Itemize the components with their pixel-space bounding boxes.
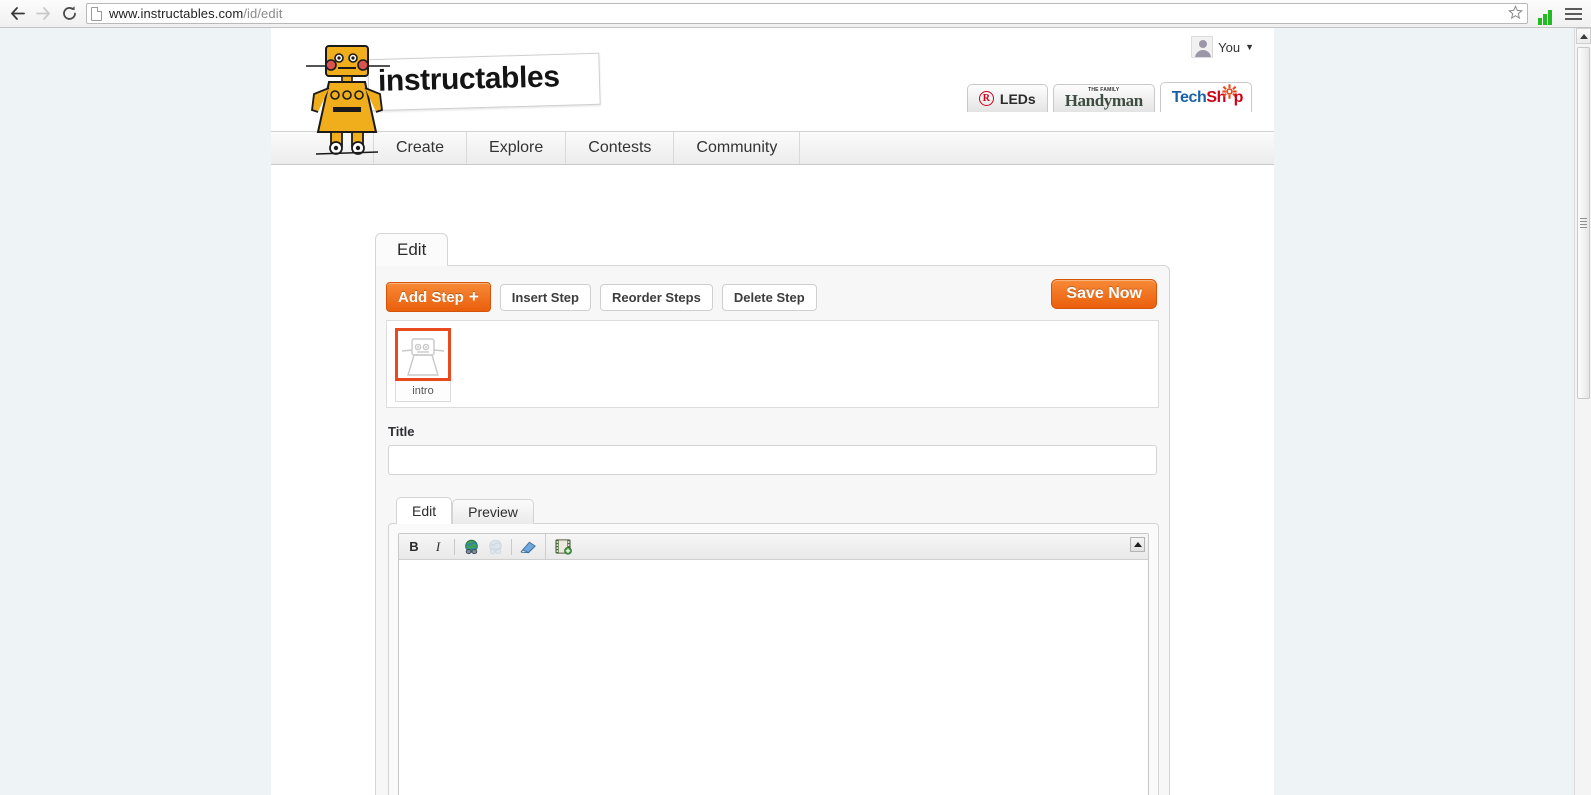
editor-tab-row: Edit: [375, 233, 449, 266]
remove-link-icon: [484, 537, 506, 557]
nav-filler: [800, 132, 1274, 164]
reorder-steps-label: Reorder Steps: [611, 289, 701, 305]
browser-scrollbar[interactable]: [1574, 28, 1591, 795]
account-name: You: [1218, 39, 1241, 55]
nav-item-community-label: Community: [696, 139, 778, 156]
reorder-steps-button[interactable]: Reorder Steps: [599, 283, 713, 311]
techshop-part1: Tech: [1171, 88, 1207, 106]
add-step-label: Add Step: [398, 288, 464, 306]
url-text: www.instructables.com/id/edit: [109, 6, 282, 21]
bold-glyph: B: [409, 539, 419, 554]
instructables-site: instructables You ▼ R LEDs THE FAMILY Ha…: [271, 28, 1274, 795]
scrollbar-grip-icon: [1580, 218, 1587, 228]
handyman-logo: THE FAMILY Handyman: [1064, 88, 1143, 110]
nav-item-community[interactable]: Community: [674, 132, 801, 164]
eraser-icon[interactable]: [517, 537, 539, 557]
tab-edit-label: Edit: [397, 240, 427, 259]
sponsor-tab-leds-label: LEDs: [999, 90, 1036, 107]
tab-description-preview-label: Preview: [468, 504, 518, 520]
rich-text-toolbar: B I: [399, 533, 1148, 560]
description-tab-row: Edit Preview: [386, 497, 1159, 524]
sponsor-tab-leds[interactable]: R LEDs: [966, 84, 1048, 112]
account-menu[interactable]: You ▼: [1191, 36, 1254, 58]
italic-glyph: I: [435, 538, 441, 554]
sponsor-tab-techshop[interactable]: TechSh p: [1159, 82, 1252, 112]
add-step-button[interactable]: Add Step +: [386, 282, 491, 312]
radioshack-r-icon: R: [978, 91, 994, 106]
tab-description-edit[interactable]: Edit: [396, 497, 453, 524]
insert-media-icon[interactable]: [552, 537, 574, 557]
italic-button[interactable]: I: [427, 537, 449, 557]
page-document-icon: [91, 6, 102, 21]
step-name-label: intro: [395, 381, 451, 402]
tab-edit[interactable]: Edit: [375, 233, 449, 266]
site-header: instructables You ▼ R LEDs THE FAMILY Ha…: [271, 28, 1274, 155]
steps-strip: intro: [386, 320, 1159, 408]
sponsor-tabs: R LEDs THE FAMILY Handyman TechSh p: [966, 82, 1252, 112]
step-toolbar: Add Step + Insert Step Reorder Steps Del…: [386, 274, 1159, 320]
insert-link-icon[interactable]: [460, 537, 482, 557]
step-thumbnail[interactable]: [395, 328, 451, 381]
scrollbar-up-arrow[interactable]: [1576, 28, 1591, 44]
delete-step-label: Delete Step: [733, 289, 805, 305]
techshop-logo: TechSh p: [1171, 83, 1244, 107]
editor-scroll-up-button[interactable]: [1130, 537, 1145, 552]
url-host: www.instructables.com: [109, 6, 244, 21]
bookmark-star-icon[interactable]: [1508, 4, 1523, 23]
insert-step-button[interactable]: Insert Step: [499, 283, 591, 311]
avatar: [1191, 36, 1214, 58]
title-block: Title: [386, 408, 1159, 475]
sponsor-tab-handyman[interactable]: THE FAMILY Handyman: [1052, 84, 1155, 112]
plus-icon: +: [468, 287, 479, 306]
url-path: /id/edit: [243, 6, 283, 21]
hamburger-menu-icon[interactable]: [1560, 3, 1586, 25]
robot-placeholder-icon: [401, 337, 445, 376]
bold-button[interactable]: B: [403, 537, 425, 557]
editor-area: Edit Add Step + Insert Step Reorder Step…: [271, 165, 1274, 795]
handyman-big-text: Handyman: [1064, 91, 1143, 110]
rich-text-editor: B I: [398, 533, 1149, 795]
toolbar-divider: [454, 538, 455, 555]
save-now-button[interactable]: Save Now: [1051, 279, 1157, 309]
description-text-area[interactable]: [399, 560, 1148, 795]
insert-step-label: Insert Step: [511, 289, 579, 305]
page-viewport: instructables You ▼ R LEDs THE FAMILY Ha…: [0, 28, 1574, 795]
step-card-intro[interactable]: intro: [395, 328, 451, 402]
title-input[interactable]: [388, 445, 1157, 475]
bar-chart-extension-icon[interactable]: [1534, 3, 1556, 25]
tab-description-preview[interactable]: Preview: [452, 499, 534, 524]
save-now-label: Save Now: [1066, 285, 1142, 302]
title-label: Title: [388, 424, 415, 439]
rich-text-editor-container: B I: [388, 523, 1159, 795]
delete-step-button[interactable]: Delete Step: [721, 283, 817, 311]
toolbar-divider-2: [511, 538, 512, 555]
techshop-part3: p: [1233, 88, 1244, 106]
robot-mascot-icon: [306, 45, 390, 155]
browser-toolbar: www.instructables.com/id/edit: [0, 0, 1591, 28]
tab-description-edit-label: Edit: [412, 503, 437, 519]
scrollbar-thumb[interactable]: [1577, 47, 1590, 399]
address-bar[interactable]: www.instructables.com/id/edit: [86, 3, 1528, 24]
reload-icon[interactable]: [56, 1, 82, 27]
arrow-left-icon[interactable]: [4, 1, 30, 27]
toolbar-group-divider: [545, 533, 546, 560]
arrow-right-icon: [30, 1, 56, 27]
brand-wordmark: instructables: [377, 60, 560, 98]
editor-panel: Add Step + Insert Step Reorder Steps Del…: [375, 265, 1170, 795]
site-logo[interactable]: instructables: [286, 32, 616, 155]
chevron-down-icon: ▼: [1245, 42, 1254, 52]
